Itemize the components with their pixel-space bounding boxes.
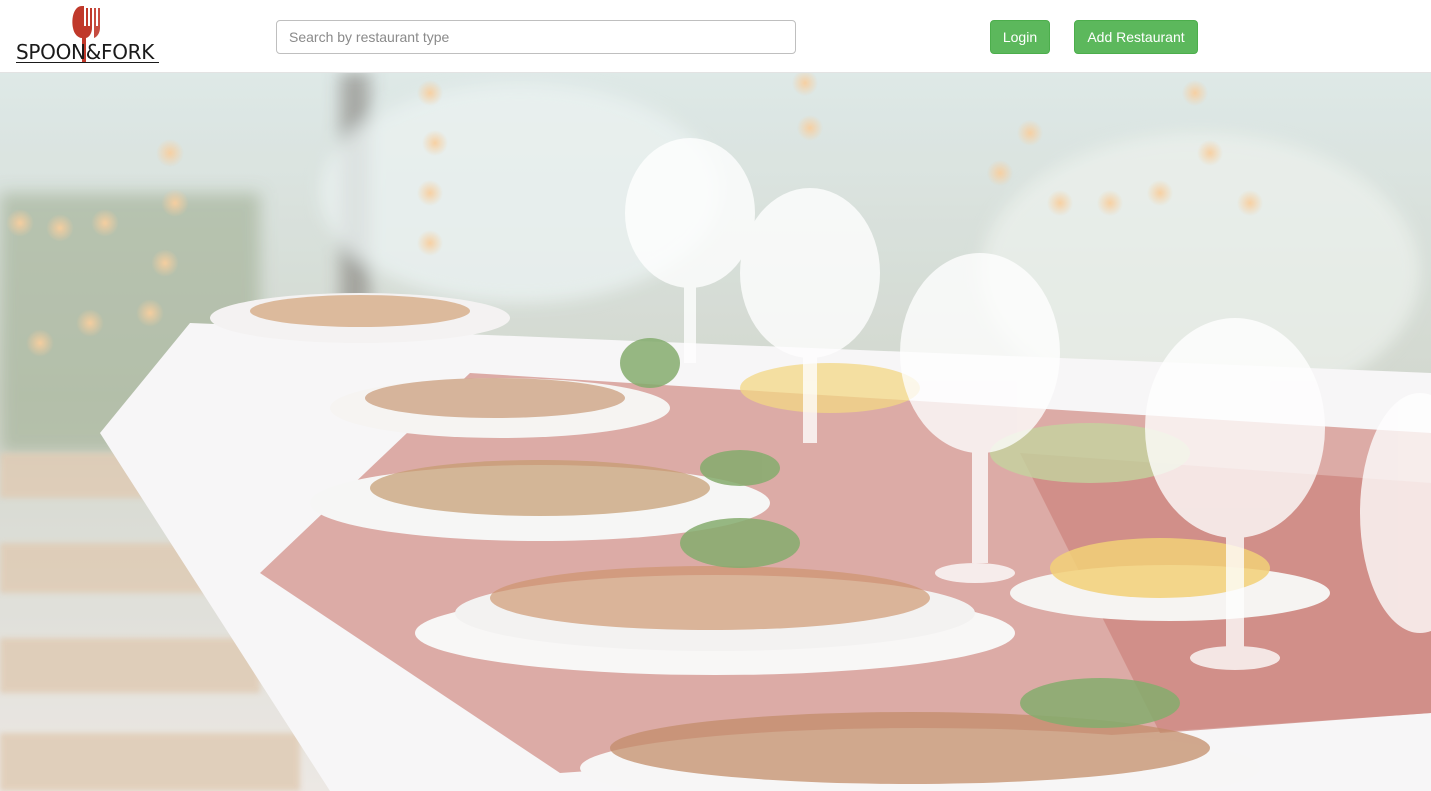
search-input[interactable] — [276, 20, 796, 54]
hero-image — [0, 73, 1431, 791]
brand-name: SPOON&FORK — [16, 40, 155, 64]
brand-logo[interactable]: SPOON&FORK — [16, 2, 161, 68]
logo-underline — [16, 62, 159, 63]
add-restaurant-button[interactable]: Add Restaurant — [1074, 20, 1198, 54]
top-navbar: SPOON&FORK Login Add Restaurant — [0, 0, 1431, 73]
dining-table-illustration — [0, 73, 1431, 791]
login-button[interactable]: Login — [990, 20, 1050, 54]
